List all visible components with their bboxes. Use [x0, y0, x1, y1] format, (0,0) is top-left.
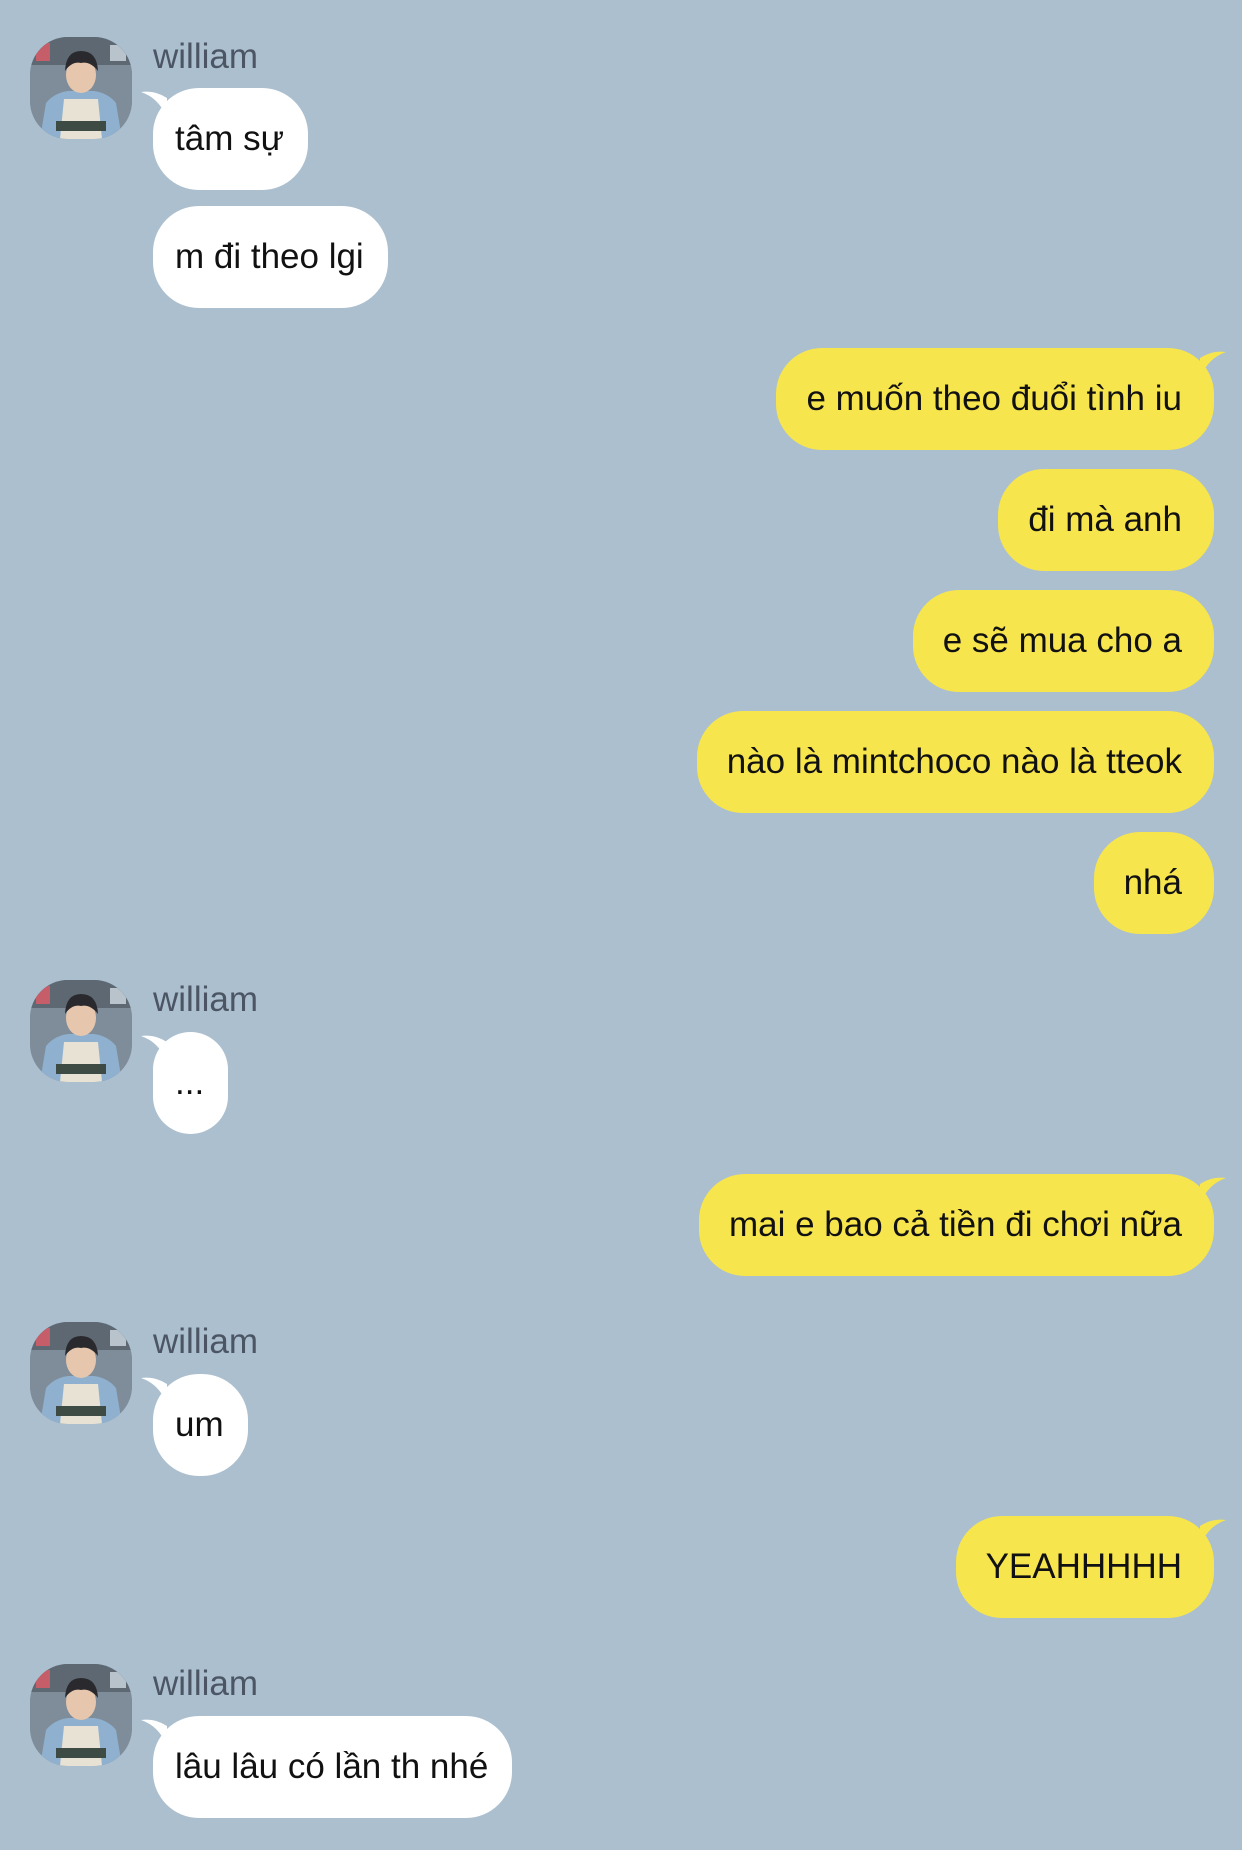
avatar[interactable] — [30, 37, 132, 139]
message-bubble-outgoing[interactable]: nào là mintchoco nào là tteok — [696, 711, 1214, 813]
message-text: lâu lâu có lần th nhé — [175, 1747, 489, 1786]
message-text: e sẽ mua cho a — [942, 621, 1182, 660]
message-text: nhá — [1123, 863, 1182, 902]
message-bubble-incoming[interactable]: m đi theo lgi — [153, 206, 388, 308]
message-text: um — [175, 1405, 224, 1444]
message-text: tâm sự — [175, 119, 284, 158]
bubble-tail-icon — [141, 1719, 167, 1746]
bubble-tail-icon — [1200, 1177, 1226, 1204]
message-text: nào là mintchoco nào là tteok — [726, 742, 1182, 781]
bubble-tail-icon — [141, 1035, 167, 1062]
bubble-tail-icon — [1200, 1519, 1226, 1546]
profile-photo-icon — [30, 37, 132, 139]
message-text: YEAHHHHH — [985, 1547, 1182, 1586]
bubble-tail-icon — [141, 91, 167, 118]
message-text: m đi theo lgi — [175, 237, 364, 276]
message-bubble-incoming[interactable]: lâu lâu có lần th nhé — [141, 1716, 513, 1818]
message-bubble-outgoing[interactable]: e muốn theo đuổi tình iu — [776, 348, 1226, 450]
message-bubble-outgoing[interactable]: đi mà anh — [998, 469, 1214, 571]
message-text: ... — [175, 1063, 205, 1102]
message-text: mai e bao cả tiền đi chơi nữa — [728, 1205, 1182, 1244]
bubble-tail-icon — [141, 1377, 167, 1404]
sender-name: william — [153, 1664, 258, 1703]
message-bubble-incoming[interactable]: ... — [141, 1032, 229, 1134]
message-bubble-outgoing[interactable]: e sẽ mua cho a — [912, 590, 1214, 692]
profile-photo-icon — [30, 980, 132, 1082]
message-text: e muốn theo đuổi tình iu — [806, 379, 1182, 418]
bubble-tail-icon — [1200, 351, 1226, 378]
message-bubble-outgoing[interactable]: YEAHHHHH — [955, 1516, 1226, 1618]
message-bubble-outgoing[interactable]: mai e bao cả tiền đi chơi nữa — [698, 1174, 1226, 1276]
profile-photo-icon — [30, 1664, 132, 1766]
sender-name: william — [153, 980, 258, 1019]
message-bubble-incoming[interactable]: tâm sự — [141, 88, 308, 190]
avatar[interactable] — [30, 1664, 132, 1766]
profile-photo-icon — [30, 1322, 132, 1424]
message-bubble-outgoing[interactable]: nhá — [1093, 832, 1214, 934]
chat-area: william tâm sự m đi theo lgi e muốn theo… — [0, 0, 1242, 1850]
avatar[interactable] — [30, 1322, 132, 1424]
message-bubble-incoming[interactable]: um — [141, 1374, 248, 1476]
avatar[interactable] — [30, 980, 132, 1082]
sender-name: william — [153, 37, 258, 76]
message-text: đi mà anh — [1028, 500, 1182, 539]
sender-name: william — [153, 1322, 258, 1361]
